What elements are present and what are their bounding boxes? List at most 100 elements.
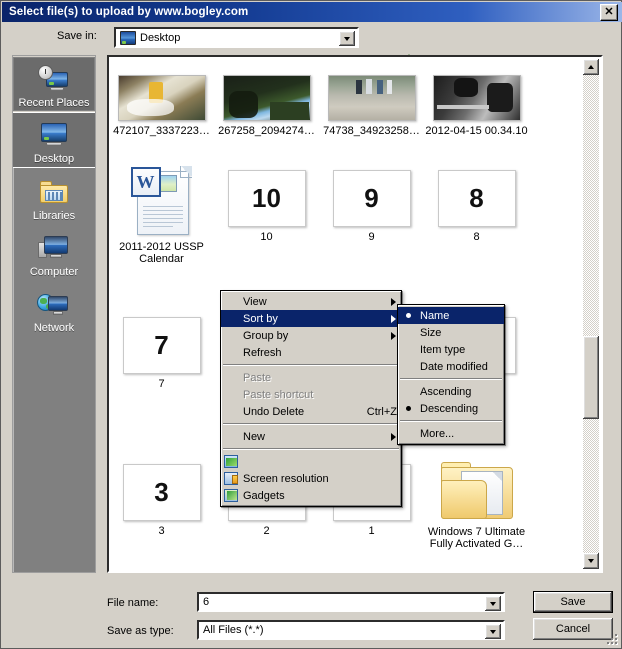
file-label: 2011-2012 USSP Calendar [119,241,204,265]
file-thumbnail [424,57,529,121]
network-icon [37,289,71,321]
screen-resolution-icon [224,455,238,468]
sidebar-item-recent-places[interactable]: Recent Places [13,56,95,112]
file-label: 472107_3337223… [113,125,210,137]
list-item[interactable]: W 2011-2012 USSP Calendar [109,157,214,265]
menu-item-label: Descending [420,402,479,415]
save-in-row: Save in: Desktop [2,25,622,70]
sidebar-item-network[interactable]: Network [13,280,95,336]
folder-icon [440,462,513,522]
list-item[interactable]: 8 8 [424,163,529,243]
list-item[interactable]: 7 7 [109,310,214,390]
title-bar: Select file(s) to upload by www.bogley.c… [2,2,622,22]
radio-selected-icon [406,313,411,318]
file-thumbnail [214,57,319,121]
menu-item-label: More... [420,427,455,440]
menu-item-gadgets[interactable]: Screen resolution [221,470,401,487]
menu-item-label: Gadgets [243,489,285,502]
file-thumbnail [109,57,214,121]
sort-by-submenu[interactable]: Name Size Item type Date modified Ascend… [397,304,505,445]
menu-item-undo-delete[interactable]: Undo Delete Ctrl+Z [221,403,401,420]
file-label: 10 [260,231,273,243]
file-list-scrollbar[interactable] [583,59,599,569]
chevron-right-icon [391,433,396,441]
list-item[interactable]: Windows 7 Ultimate Fully Activated G… [424,452,529,550]
file-label: 74738_34923258… [323,125,420,137]
file-label: 8 [473,231,480,243]
chevron-down-icon[interactable] [485,624,501,639]
menu-item-refresh[interactable]: Refresh [221,344,401,361]
desktop-context-menu[interactable]: View Sort by Group by Refresh Paste Past… [220,290,402,507]
save-in-label: Save in: [57,30,97,42]
menu-item-new[interactable]: New [221,428,401,445]
chevron-down-icon[interactable] [485,596,501,611]
submenu-item-more[interactable]: More... [398,425,504,442]
cancel-button[interactable]: Cancel [533,618,613,640]
menu-item-paste: Paste [221,369,401,386]
scroll-down-button[interactable] [583,553,599,569]
radio-selected-icon [406,406,411,411]
menu-item-screen-resolution[interactable] [221,453,401,470]
save-as-type-dropdown[interactable]: All Files (*.*) [197,620,505,640]
sidebar-label-libraries: Libraries [32,210,76,222]
menu-separator [223,364,399,366]
save-as-type-value: All Files (*.*) [203,624,264,636]
file-label: 267258_2094274… [218,125,315,137]
photo-thumbnail-icon [432,75,521,121]
menu-item-sort-by[interactable]: Sort by [221,310,401,327]
menu-item-label: Group by [243,329,289,342]
submenu-item-descending[interactable]: Descending [398,400,504,417]
number-tile-icon: 10 [227,170,306,227]
resize-grip[interactable] [607,634,619,646]
menu-item-view[interactable]: View [221,293,401,310]
file-thumbnail: W [109,157,214,237]
places-bar: Recent Places Desktop Libraries Computer [12,55,96,573]
submenu-item-ascending[interactable]: Ascending [398,383,504,400]
gadgets-icon [224,472,238,485]
menu-separator [400,420,502,422]
desktop-icon [120,30,136,45]
file-label: 2 [263,525,270,537]
menu-item-label: Size [420,326,442,339]
menu-item-label: Screen resolution [243,472,329,485]
word-letter-icon: W [130,167,161,197]
list-item[interactable]: 9 9 [319,163,424,243]
computer-icon [37,233,71,265]
save-in-dropdown[interactable]: Desktop [114,27,359,48]
list-item[interactable]: 3 3 [109,457,214,537]
list-item[interactable]: 267258_2094274… [214,57,319,137]
file-name-label: File name: [107,597,159,609]
photo-thumbnail-icon [117,75,206,121]
submenu-item-name[interactable]: Name [398,307,504,324]
submenu-item-date-modified[interactable]: Date modified [398,358,504,375]
file-label: 7 [158,378,165,390]
file-label: 3 [158,525,165,537]
file-thumbnail: 3 [109,457,214,521]
menu-item-paste-shortcut: Paste shortcut [221,386,401,403]
menu-separator [223,448,399,450]
number-tile-icon: 9 [332,170,411,227]
file-label: 2012-04-15 00.34.10 [425,125,528,137]
file-thumbnail: 9 [319,163,424,227]
close-button[interactable]: ✕ [600,4,618,21]
list-item[interactable]: 2012-04-15 00.34.10 [424,57,529,137]
sidebar-item-desktop[interactable]: Desktop [13,112,95,168]
menu-item-group-by[interactable]: Group by [221,327,401,344]
list-item[interactable]: 10 10 [214,163,319,243]
submenu-item-size[interactable]: Size [398,324,504,341]
menu-item-label: Item type [420,343,466,356]
save-button[interactable]: Save [533,591,613,613]
photo-thumbnail-icon [222,75,311,121]
list-item[interactable]: 472107_3337223… [109,57,214,137]
file-name-input[interactable]: 6 [197,592,505,612]
menu-separator [400,378,502,380]
number-tile-icon: 8 [437,170,516,227]
sidebar-item-computer[interactable]: Computer [13,224,95,280]
chevron-down-icon[interactable] [339,31,355,46]
submenu-item-item-type[interactable]: Item type [398,341,504,358]
menu-item-personalize[interactable]: Gadgets [221,487,401,504]
list-item[interactable]: 74738_34923258… [319,57,424,137]
scroll-up-button[interactable] [583,59,599,75]
sidebar-item-libraries[interactable]: Libraries [13,168,95,224]
scrollbar-thumb[interactable] [583,336,599,419]
